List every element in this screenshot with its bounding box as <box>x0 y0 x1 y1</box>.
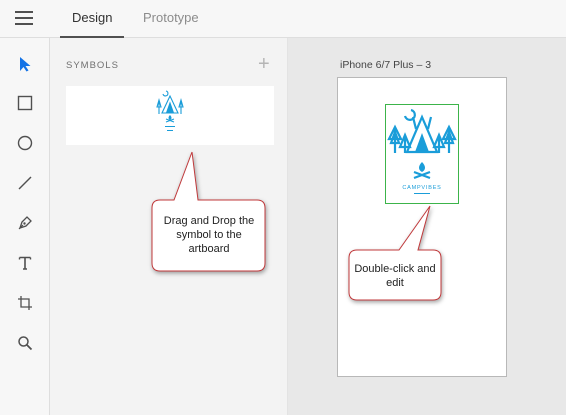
rectangle-tool-icon[interactable] <box>13 91 37 115</box>
callout-edit-text: Double-click and edit <box>354 263 436 289</box>
panel-title: SYMBOLS <box>66 60 119 71</box>
hamburger-menu-icon[interactable] <box>15 11 33 25</box>
callout-drag-text: Drag and Drop the symbol to the artboard <box>163 215 255 255</box>
pen-tool-icon[interactable] <box>13 211 37 235</box>
tab-prototype[interactable]: Prototype <box>143 10 199 25</box>
ellipse-tool-icon[interactable] <box>13 131 37 155</box>
text-tool-icon[interactable] <box>13 251 37 275</box>
tab-design[interactable]: Design <box>72 10 112 25</box>
line-tool-icon[interactable] <box>13 171 37 195</box>
campvibes-logo: CAMPVIBES <box>387 108 457 194</box>
zoom-tool-icon[interactable] <box>13 331 37 355</box>
placed-symbol[interactable]: CAMPVIBES <box>385 104 459 204</box>
select-tool-icon[interactable] <box>13 52 37 76</box>
plus-icon[interactable]: + <box>258 54 270 74</box>
symbol-text: CAMPVIBES <box>402 185 441 191</box>
canvas[interactable]: iPhone 6/7 Plus – 3 CAMPVIBES <box>288 38 566 415</box>
artboard-label[interactable]: iPhone 6/7 Plus – 3 <box>340 59 431 71</box>
symbol-tile[interactable] <box>66 86 274 145</box>
artboard-tool-icon[interactable] <box>13 291 37 315</box>
artboard[interactable]: CAMPVIBES <box>337 77 507 377</box>
top-bar: Design Prototype <box>0 0 566 38</box>
tool-bar <box>0 38 50 415</box>
campvibes-logo-thumbnail <box>156 90 184 131</box>
